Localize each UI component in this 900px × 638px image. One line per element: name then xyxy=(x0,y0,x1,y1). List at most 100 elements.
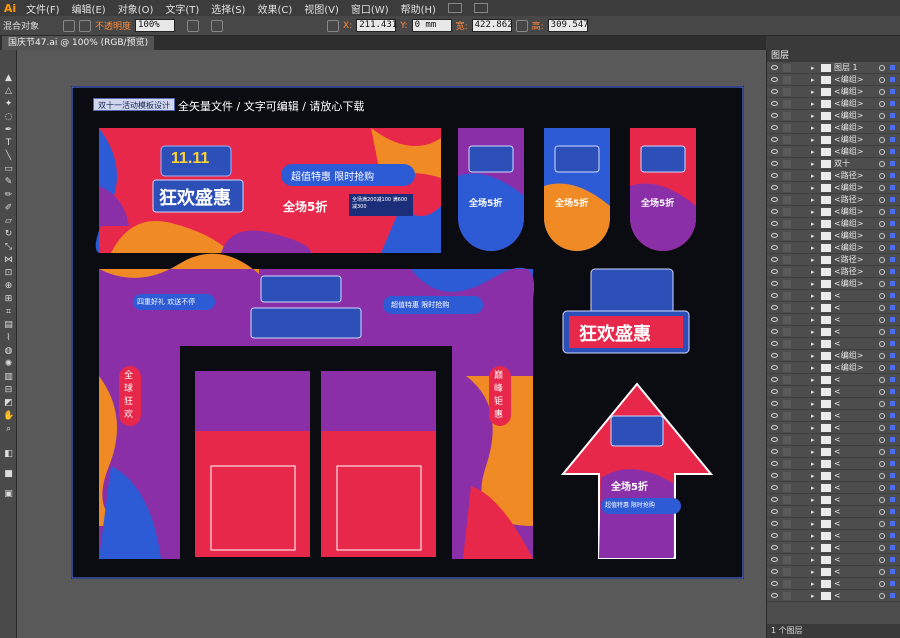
selection-square-icon[interactable] xyxy=(890,545,895,550)
expand-arrow-icon[interactable]: ▸ xyxy=(811,62,815,74)
menu-view[interactable]: 视图(V) xyxy=(298,1,345,16)
target-circle-icon[interactable] xyxy=(879,173,885,179)
lasso-icon[interactable]: ◌ xyxy=(3,113,14,122)
selection-square-icon[interactable] xyxy=(890,113,895,118)
selection-square-icon[interactable] xyxy=(890,485,895,490)
target-circle-icon[interactable] xyxy=(879,377,885,383)
lock-toggle-icon[interactable] xyxy=(783,100,791,108)
selection-square-icon[interactable] xyxy=(890,89,895,94)
lock-toggle-icon[interactable] xyxy=(783,304,791,312)
target-circle-icon[interactable] xyxy=(879,221,885,227)
selection-square-icon[interactable] xyxy=(890,269,895,274)
visibility-eye-icon[interactable] xyxy=(771,365,778,370)
selection-square-icon[interactable] xyxy=(890,497,895,502)
visibility-eye-icon[interactable] xyxy=(771,161,778,166)
hand-tool-icon[interactable]: ✋ xyxy=(3,412,14,421)
expand-arrow-icon[interactable]: ▸ xyxy=(811,302,815,314)
expand-arrow-icon[interactable]: ▸ xyxy=(811,362,815,374)
lock-toggle-icon[interactable] xyxy=(783,592,791,600)
pen-tool-icon[interactable]: ✒ xyxy=(3,126,14,135)
expand-arrow-icon[interactable]: ▸ xyxy=(811,386,815,398)
expand-arrow-icon[interactable]: ▸ xyxy=(811,458,815,470)
expand-arrow-icon[interactable]: ▸ xyxy=(811,230,815,242)
expand-arrow-icon[interactable]: ▸ xyxy=(811,590,815,602)
lock-toggle-icon[interactable] xyxy=(783,64,791,72)
layer-row[interactable]: ▸ <编组> xyxy=(767,86,900,98)
lock-toggle-icon[interactable] xyxy=(783,472,791,480)
visibility-eye-icon[interactable] xyxy=(771,65,778,70)
selection-square-icon[interactable] xyxy=(890,209,895,214)
selection-square-icon[interactable] xyxy=(890,521,895,526)
lock-toggle-icon[interactable] xyxy=(783,244,791,252)
stroke-icon[interactable] xyxy=(63,19,76,32)
layer-row[interactable]: ▸ <路径> xyxy=(767,194,900,206)
visibility-eye-icon[interactable] xyxy=(771,497,778,502)
selection-square-icon[interactable] xyxy=(890,101,895,106)
target-circle-icon[interactable] xyxy=(879,389,885,395)
lock-toggle-icon[interactable] xyxy=(783,340,791,348)
target-circle-icon[interactable] xyxy=(879,485,885,491)
menu-help[interactable]: 帮助(H) xyxy=(395,1,442,16)
expand-arrow-icon[interactable]: ▸ xyxy=(811,542,815,554)
layer-row[interactable]: ▸ <编组> xyxy=(767,362,900,374)
visibility-eye-icon[interactable] xyxy=(771,353,778,358)
rectangle-tool-icon[interactable]: ▭ xyxy=(3,165,14,174)
target-circle-icon[interactable] xyxy=(879,65,885,71)
lock-toggle-icon[interactable] xyxy=(783,232,791,240)
expand-arrow-icon[interactable]: ▸ xyxy=(811,410,815,422)
lock-toggle-icon[interactable] xyxy=(783,292,791,300)
visibility-eye-icon[interactable] xyxy=(771,269,778,274)
expand-arrow-icon[interactable]: ▸ xyxy=(811,170,815,182)
visibility-eye-icon[interactable] xyxy=(771,77,778,82)
layer-row[interactable]: ▸ < xyxy=(767,422,900,434)
selection-square-icon[interactable] xyxy=(890,149,895,154)
selection-square-icon[interactable] xyxy=(890,569,895,574)
visibility-eye-icon[interactable] xyxy=(771,221,778,226)
selection-square-icon[interactable] xyxy=(890,557,895,562)
expand-arrow-icon[interactable]: ▸ xyxy=(811,194,815,206)
target-circle-icon[interactable] xyxy=(879,473,885,479)
layer-row[interactable]: ▸ < xyxy=(767,590,900,602)
layer-row[interactable]: ▸ < xyxy=(767,494,900,506)
visibility-eye-icon[interactable] xyxy=(771,509,778,514)
layer-row[interactable]: ▸ < xyxy=(767,458,900,470)
visibility-eye-icon[interactable] xyxy=(771,485,778,490)
layer-row[interactable]: ▸ <编组> xyxy=(767,74,900,86)
expand-arrow-icon[interactable]: ▸ xyxy=(811,338,815,350)
lock-toggle-icon[interactable] xyxy=(783,184,791,192)
layer-row[interactable]: ▸ <编组> xyxy=(767,242,900,254)
selection-square-icon[interactable] xyxy=(890,533,895,538)
color-mode-icon[interactable]: ■ xyxy=(3,470,14,479)
expand-arrow-icon[interactable]: ▸ xyxy=(811,422,815,434)
layer-row[interactable]: ▸ <路径> xyxy=(767,254,900,266)
selection-square-icon[interactable] xyxy=(890,233,895,238)
target-circle-icon[interactable] xyxy=(879,137,885,143)
menu-effect[interactable]: 效果(C) xyxy=(251,1,298,16)
layer-row[interactable]: ▸ <编组> xyxy=(767,98,900,110)
visibility-eye-icon[interactable] xyxy=(771,425,778,430)
layer-row[interactable]: ▸ < xyxy=(767,374,900,386)
lock-toggle-icon[interactable] xyxy=(783,568,791,576)
lock-toggle-icon[interactable] xyxy=(783,556,791,564)
target-circle-icon[interactable] xyxy=(879,569,885,575)
y-input[interactable]: 0 mm xyxy=(411,19,452,32)
selection-square-icon[interactable] xyxy=(890,437,895,442)
expand-arrow-icon[interactable]: ▸ xyxy=(811,374,815,386)
expand-arrow-icon[interactable]: ▸ xyxy=(811,158,815,170)
opacity-label[interactable]: 不透明度 xyxy=(95,19,131,32)
visibility-eye-icon[interactable] xyxy=(771,245,778,250)
lock-toggle-icon[interactable] xyxy=(783,316,791,324)
opacity-input[interactable]: 100% xyxy=(135,19,176,32)
magic-wand-icon[interactable]: ✦ xyxy=(3,100,14,109)
selection-square-icon[interactable] xyxy=(890,161,895,166)
selection-square-icon[interactable] xyxy=(890,65,895,70)
layer-row[interactable]: ▸ <编组> xyxy=(767,146,900,158)
selection-square-icon[interactable] xyxy=(890,173,895,178)
visibility-eye-icon[interactable] xyxy=(771,473,778,478)
expand-arrow-icon[interactable]: ▸ xyxy=(811,506,815,518)
expand-arrow-icon[interactable]: ▸ xyxy=(811,434,815,446)
selection-square-icon[interactable] xyxy=(890,245,895,250)
visibility-eye-icon[interactable] xyxy=(771,521,778,526)
mesh-tool-icon[interactable]: ⌗ xyxy=(3,308,14,317)
selection-square-icon[interactable] xyxy=(890,317,895,322)
